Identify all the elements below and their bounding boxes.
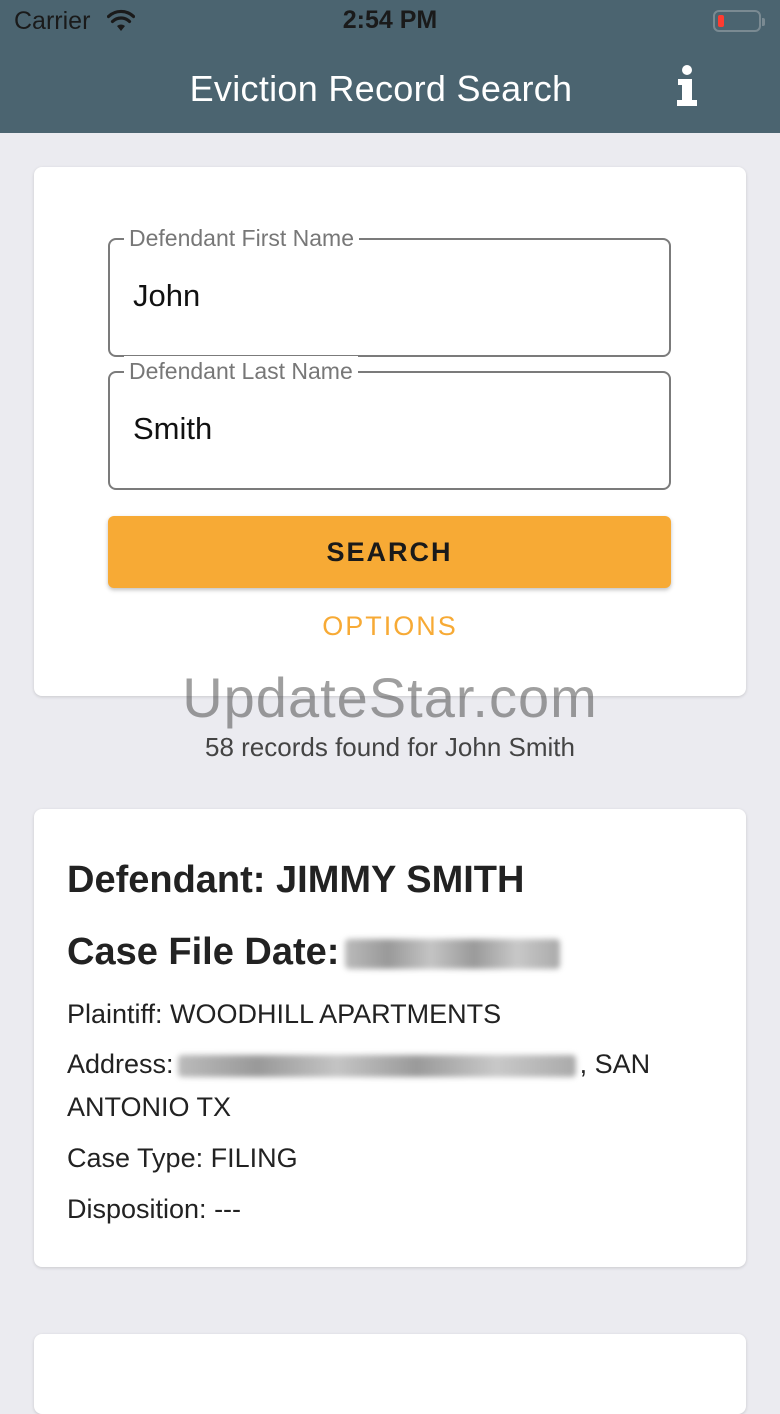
- case-file-date: Case File Date:: [67, 931, 561, 974]
- defendant-name: Defendant: JIMMY SMITH: [67, 859, 525, 901]
- address-label: Address:: [67, 1049, 174, 1079]
- battery-icon: [713, 10, 765, 32]
- page-title: Eviction Record Search: [189, 68, 573, 109]
- battery-level: [718, 15, 724, 27]
- result-card-next[interactable]: [34, 1334, 746, 1414]
- disposition: Disposition: ---: [67, 1194, 242, 1224]
- result-card[interactable]: Defendant: JIMMY SMITH Case File Date: P…: [34, 809, 746, 1267]
- info-icon[interactable]: [672, 64, 702, 108]
- search-card: Defendant First Name John Defendant Last…: [34, 167, 746, 696]
- last-name-input[interactable]: Smith: [133, 411, 633, 447]
- options-button[interactable]: OPTIONS: [34, 611, 746, 642]
- watermark: UpdateStar.com: [182, 666, 598, 729]
- search-button[interactable]: SEARCH: [108, 516, 671, 588]
- clock: 2:54 PM: [342, 6, 438, 34]
- case-type: Case Type: FILING: [67, 1143, 298, 1173]
- first-name-label: Defendant First Name: [124, 223, 359, 253]
- first-name-field[interactable]: Defendant First Name John: [108, 223, 671, 357]
- address: Address:, SAN ANTONIO TX: [67, 1043, 717, 1129]
- first-name-input[interactable]: John: [133, 278, 633, 314]
- last-name-field[interactable]: Defendant Last Name Smith: [108, 356, 671, 490]
- records-summary: 58 records found for John Smith: [205, 732, 575, 762]
- plaintiff: Plaintiff: WOODHILL APARTMENTS: [67, 999, 502, 1029]
- status-bar: Carrier 2:54 PM: [0, 0, 780, 42]
- redacted-date: [345, 938, 561, 969]
- redacted-address: [177, 1054, 576, 1077]
- last-name-label: Defendant Last Name: [124, 356, 358, 386]
- nav-bar: Eviction Record Search: [0, 42, 780, 133]
- case-file-date-label: Case File Date:: [67, 931, 340, 973]
